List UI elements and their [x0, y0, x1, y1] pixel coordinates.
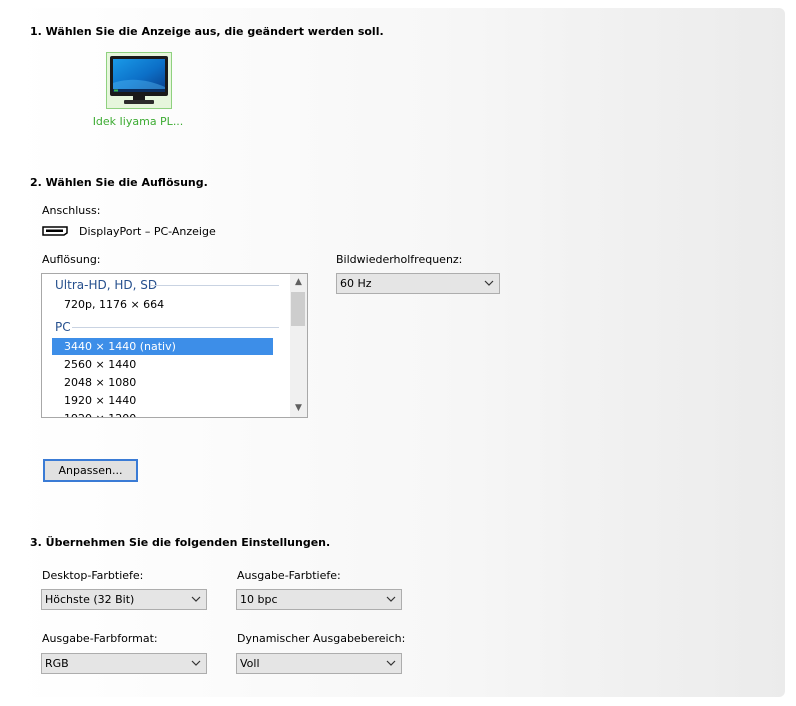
- listbox-scrollbar[interactable]: ▲ ▼: [290, 274, 307, 417]
- resolution-group-header: PC: [55, 320, 71, 334]
- dynamic-range-value: Voll: [240, 657, 260, 670]
- desktop-depth-label: Desktop-Farbtiefe:: [42, 569, 144, 582]
- resolution-option[interactable]: 1920 × 1200: [52, 410, 273, 417]
- refresh-rate-label: Bildwiederholfrequenz:: [336, 253, 463, 266]
- resolution-group-header: Ultra-HD, HD, SD: [55, 278, 158, 292]
- group-divider: [72, 327, 279, 328]
- customize-button[interactable]: Anpassen...: [43, 459, 138, 482]
- chevron-down-icon: [386, 596, 396, 602]
- resolution-option[interactable]: 2560 × 1440: [52, 356, 273, 373]
- monitor-tile[interactable]: [106, 52, 172, 109]
- output-depth-label: Ausgabe-Farbtiefe:: [237, 569, 341, 582]
- output-format-label: Ausgabe-Farbformat:: [42, 632, 158, 645]
- scroll-thumb[interactable]: [291, 292, 305, 326]
- chevron-down-icon: [191, 660, 201, 666]
- resolution-label: Auflösung:: [42, 253, 101, 266]
- chevron-down-icon: [386, 660, 396, 666]
- dynamic-range-label: Dynamischer Ausgabebereich:: [237, 632, 406, 645]
- resolution-option[interactable]: 1920 × 1440: [52, 392, 273, 409]
- resolution-option[interactable]: 2048 × 1080: [52, 374, 273, 391]
- displayport-icon: [42, 226, 68, 236]
- monitor-label: Idek Iiyama PL...: [92, 115, 184, 128]
- output-depth-value: 10 bpc: [240, 593, 278, 606]
- section3-heading: 3. Übernehmen Sie die folgenden Einstell…: [30, 536, 331, 549]
- scroll-down-icon[interactable]: ▼: [290, 400, 307, 417]
- resolution-option-selected[interactable]: 3440 × 1440 (nativ): [52, 338, 273, 355]
- refresh-rate-value: 60 Hz: [340, 277, 372, 290]
- section1-heading: 1. Wählen Sie die Anzeige aus, die geänd…: [30, 25, 384, 38]
- desktop-depth-select[interactable]: Höchste (32 Bit): [41, 589, 207, 610]
- resolution-option[interactable]: 720p, 1176 × 664: [52, 296, 273, 313]
- group-divider: [150, 285, 279, 286]
- connection-value: DisplayPort – PC-Anzeige: [79, 225, 216, 238]
- section2-heading: 2. Wählen Sie die Auflösung.: [30, 176, 208, 189]
- chevron-down-icon: [191, 596, 201, 602]
- refresh-rate-select[interactable]: 60 Hz: [336, 273, 500, 294]
- monitor-icon: [110, 56, 168, 104]
- desktop-depth-value: Höchste (32 Bit): [45, 593, 135, 606]
- resolution-listbox[interactable]: Ultra-HD, HD, SD 720p, 1176 × 664 PC 344…: [41, 273, 308, 418]
- connection-label: Anschluss:: [42, 204, 101, 217]
- scroll-up-icon[interactable]: ▲: [290, 274, 307, 291]
- output-depth-select[interactable]: 10 bpc: [236, 589, 402, 610]
- chevron-down-icon: [484, 280, 494, 286]
- dynamic-range-select[interactable]: Voll: [236, 653, 402, 674]
- output-format-select[interactable]: RGB: [41, 653, 207, 674]
- output-format-value: RGB: [45, 657, 69, 670]
